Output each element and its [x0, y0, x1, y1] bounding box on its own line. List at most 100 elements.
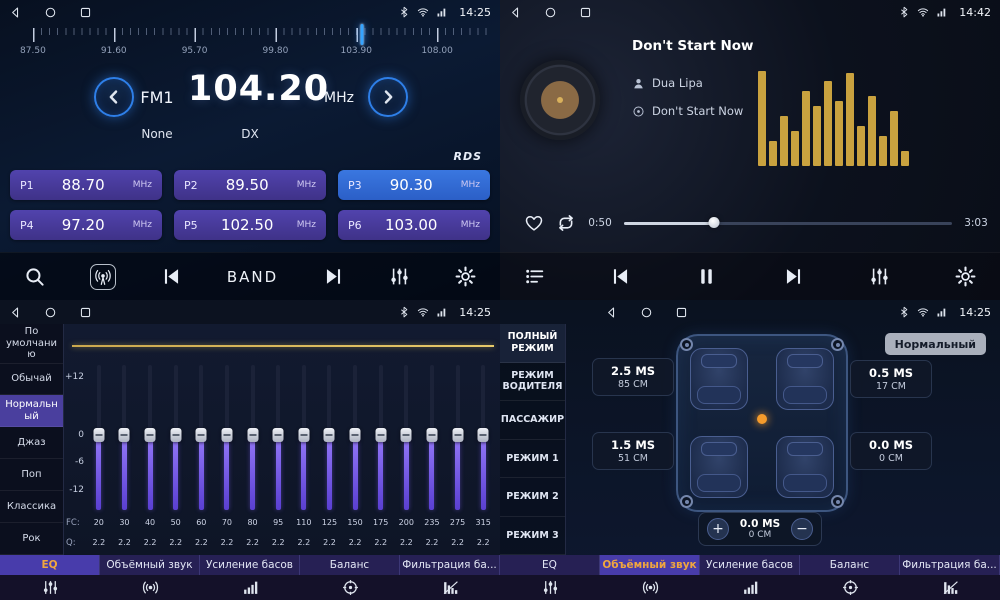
tab-surround[interactable]: Объёмный звук — [100, 555, 200, 575]
surround-mode-item[interactable]: ПОЛНЫЙ РЕЖИМ — [500, 324, 565, 363]
playlist-icon[interactable] — [524, 266, 545, 287]
preset-button-p4[interactable]: P497.20MHz — [10, 210, 162, 240]
tab-button-eq[interactable] — [500, 575, 600, 600]
listener-position-indicator[interactable] — [757, 414, 767, 424]
eq-preset-item[interactable]: По умолчанию — [0, 324, 63, 364]
eq-slider-knob[interactable] — [426, 428, 437, 442]
back-icon[interactable] — [605, 306, 618, 319]
eq-preset-item[interactable]: Джаз — [0, 427, 63, 459]
home-icon[interactable] — [640, 306, 653, 319]
eq-slider-knob[interactable] — [350, 428, 361, 442]
eq-preset-item[interactable]: Классика — [0, 491, 63, 523]
eq-band-slider[interactable] — [368, 365, 394, 510]
preset-button-p6[interactable]: P6103.00MHz — [338, 210, 490, 240]
preset-button-p2[interactable]: P289.50MHz — [174, 170, 326, 200]
tab-surround[interactable]: Объёмный звук — [600, 555, 700, 575]
preset-button-p5[interactable]: P5102.50MHz — [174, 210, 326, 240]
tab-bass[interactable]: Усиление басов — [700, 555, 800, 575]
surround-mode-item[interactable]: ПАССАЖИР — [500, 401, 565, 440]
preset-button-p1[interactable]: P188.70MHz — [10, 170, 162, 200]
tab-button-filter[interactable] — [900, 575, 1000, 600]
recents-icon[interactable] — [579, 6, 592, 19]
eq-band-slider[interactable] — [137, 365, 163, 510]
surround-mode-item[interactable]: РЕЖИМ 2 — [500, 478, 565, 517]
eq-slider-knob[interactable] — [221, 428, 232, 442]
eq-preset-item[interactable]: Рок — [0, 523, 63, 555]
favorite-icon[interactable] — [524, 213, 544, 233]
eq-slider-knob[interactable] — [119, 428, 130, 442]
tab-filter[interactable]: Фильтрация ба... — [900, 555, 1000, 575]
tab-bass[interactable]: Усиление басов — [200, 555, 300, 575]
delay-decrease-button[interactable]: − — [791, 518, 813, 540]
eq-slider-knob[interactable] — [452, 428, 463, 442]
eq-preset-item[interactable]: Обычай — [0, 364, 63, 396]
delay-front-left[interactable]: 2.5 MS 85 CM — [592, 358, 674, 396]
tab-button-bass[interactable] — [700, 575, 800, 600]
delay-increase-button[interactable]: + — [707, 518, 729, 540]
radio-source-button[interactable] — [90, 264, 116, 290]
tab-filter[interactable]: Фильтрация ба... — [400, 555, 500, 575]
preset-button-p3[interactable]: P390.30MHz — [338, 170, 490, 200]
recents-icon[interactable] — [675, 306, 688, 319]
tab-button-filter[interactable] — [400, 575, 500, 600]
tab-button-balance[interactable] — [800, 575, 900, 600]
eq-band-slider[interactable] — [86, 365, 112, 510]
eq-band-slider[interactable] — [214, 365, 240, 510]
next-track-icon[interactable] — [783, 266, 804, 287]
surround-mode-item[interactable]: РЕЖИМ 1 — [500, 440, 565, 479]
scan-search-icon[interactable] — [24, 266, 45, 287]
sound-profile-button[interactable]: Нормальный — [885, 333, 986, 355]
seek-up-button[interactable] — [368, 77, 408, 117]
eq-slider-knob[interactable] — [324, 428, 335, 442]
eq-band-slider[interactable] — [291, 365, 317, 510]
eq-slider-knob[interactable] — [273, 428, 284, 442]
delay-rear-left[interactable]: 1.5 MS 51 CM — [592, 432, 674, 470]
band-button[interactable]: BAND — [227, 268, 278, 286]
back-icon[interactable] — [9, 306, 22, 319]
next-station-icon[interactable] — [323, 266, 344, 287]
tab-button-eq[interactable] — [0, 575, 100, 600]
eq-band-slider[interactable] — [163, 365, 189, 510]
tab-button-bass[interactable] — [200, 575, 300, 600]
progress-knob[interactable] — [708, 217, 719, 228]
eq-slider-knob[interactable] — [93, 428, 104, 442]
pause-icon[interactable] — [696, 266, 717, 287]
settings-gear-icon[interactable] — [455, 266, 476, 287]
eq-slider-knob[interactable] — [247, 428, 258, 442]
tab-button-balance[interactable] — [300, 575, 400, 600]
back-icon[interactable] — [509, 6, 522, 19]
eq-band-slider[interactable] — [189, 365, 215, 510]
eq-slider-knob[interactable] — [375, 428, 386, 442]
eq-preset-item[interactable]: Нормальный — [0, 395, 63, 427]
eq-band-slider[interactable] — [394, 365, 420, 510]
eq-band-slider[interactable] — [445, 365, 471, 510]
previous-track-icon[interactable] — [610, 266, 631, 287]
eq-slider-knob[interactable] — [298, 428, 309, 442]
audio-settings-icon[interactable] — [389, 266, 410, 287]
surround-mode-item[interactable]: РЕЖИМ ВОДИТЕЛЯ — [500, 363, 565, 402]
tab-eq[interactable]: EQ — [0, 555, 100, 575]
eq-band-slider[interactable] — [265, 365, 291, 510]
audio-settings-icon[interactable] — [869, 266, 890, 287]
eq-band-slider[interactable] — [470, 365, 496, 510]
eq-band-slider[interactable] — [112, 365, 138, 510]
back-icon[interactable] — [9, 6, 22, 19]
eq-band-slider[interactable] — [317, 365, 343, 510]
home-icon[interactable] — [44, 6, 57, 19]
eq-slider-knob[interactable] — [401, 428, 412, 442]
progress-slider[interactable] — [624, 216, 952, 230]
delay-rear-right[interactable]: 0.0 MS 0 CM — [850, 432, 932, 470]
home-icon[interactable] — [44, 306, 57, 319]
home-icon[interactable] — [544, 6, 557, 19]
eq-slider-knob[interactable] — [196, 428, 207, 442]
eq-preset-item[interactable]: Поп — [0, 459, 63, 491]
recents-icon[interactable] — [79, 306, 92, 319]
tab-button-surround[interactable] — [100, 575, 200, 600]
tab-button-surround[interactable] — [600, 575, 700, 600]
settings-gear-icon[interactable] — [955, 266, 976, 287]
tab-balance[interactable]: Баланс — [800, 555, 900, 575]
eq-band-slider[interactable] — [240, 365, 266, 510]
surround-mode-item[interactable]: РЕЖИМ 3 — [500, 517, 565, 556]
eq-slider-knob[interactable] — [478, 428, 489, 442]
eq-band-slider[interactable] — [342, 365, 368, 510]
